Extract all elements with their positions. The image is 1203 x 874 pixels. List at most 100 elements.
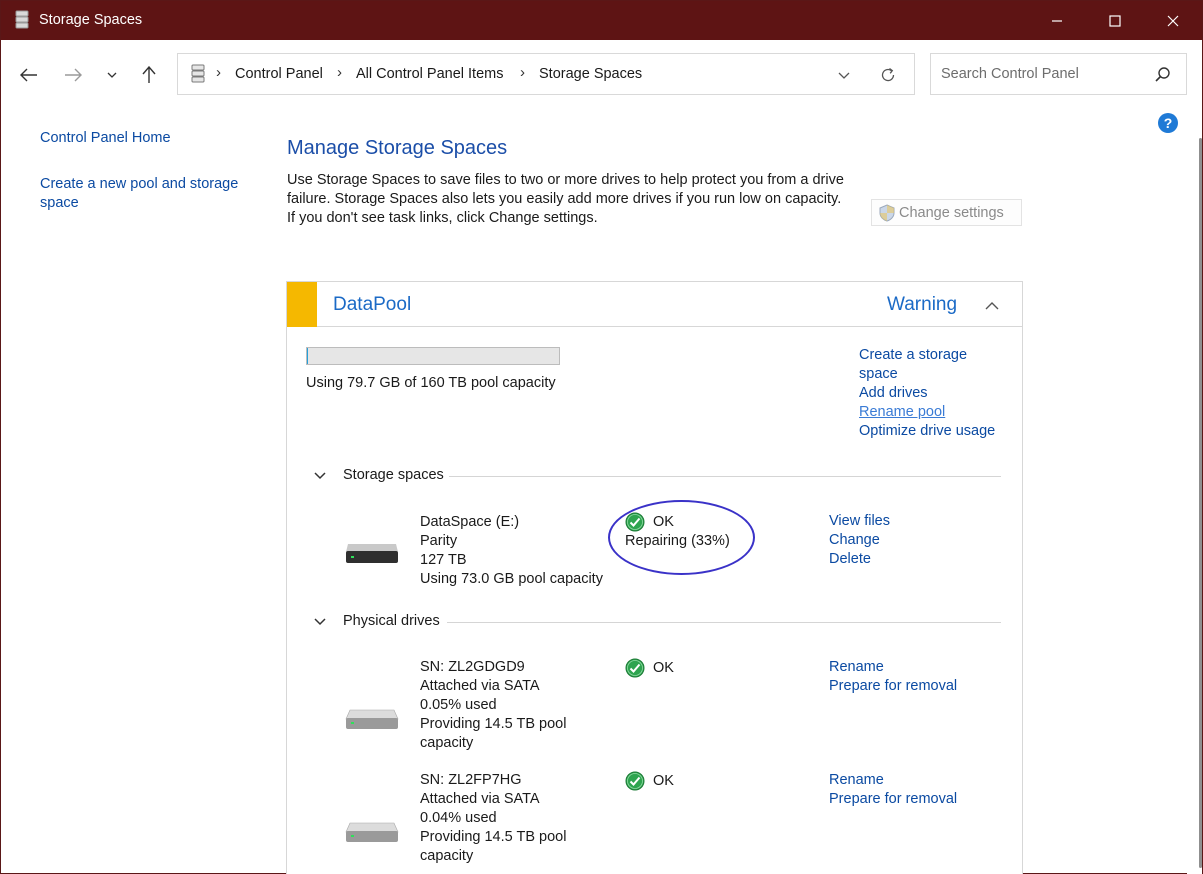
pool-header: DataPool Warning (287, 282, 1022, 327)
maximize-icon (1109, 14, 1121, 27)
address-bar[interactable]: › Control Panel › All Control Panel Item… (177, 53, 915, 95)
drive-providing: Providing 14.5 TB pool (420, 829, 567, 845)
drive-serial: SN: ZL2FP7HG (420, 772, 522, 788)
physical-drives-label: Physical drives (343, 613, 440, 629)
search-icon[interactable] (1153, 65, 1173, 85)
back-button[interactable] (16, 64, 42, 86)
refresh-icon (881, 67, 895, 82)
storage-space-type: Parity (420, 533, 458, 549)
drive-actions: Rename Prepare for removal (829, 771, 957, 809)
status-ok-text: OK (653, 772, 674, 789)
breadcrumb-control-panel[interactable]: Control Panel (235, 66, 323, 82)
close-button[interactable] (1144, 1, 1202, 40)
search-box[interactable] (930, 53, 1187, 95)
chevron-down-icon[interactable] (313, 615, 327, 629)
breadcrumb-separator: › (520, 64, 525, 81)
intro-text: Use Storage Spaces to save files to two … (287, 172, 844, 226)
physical-drive-icon (345, 709, 399, 729)
search-input[interactable] (941, 64, 1141, 84)
minimize-icon (1052, 19, 1062, 22)
vertical-scrollbar[interactable] (1187, 108, 1202, 874)
optimize-drive-usage-link[interactable]: Optimize drive usage (859, 422, 1019, 441)
warning-stripe (287, 282, 317, 327)
drive-usage: 0.05% used (420, 697, 497, 713)
chevron-down-icon (838, 72, 850, 79)
pool-capacity-text: Using 79.7 GB of 160 TB pool capacity (306, 375, 556, 391)
pool-actions: Create a storage space Add drives Rename… (859, 346, 1019, 441)
section-divider (449, 476, 1001, 477)
recent-locations-button[interactable] (101, 64, 123, 86)
drive-connection: Attached via SATA (420, 678, 540, 694)
section-divider (447, 622, 1001, 623)
prepare-for-removal-link[interactable]: Prepare for removal (829, 677, 957, 696)
ok-check-icon (625, 658, 645, 678)
physical-drive-details: SN: ZL2GDGD9 Attached via SATA 0.05% use… (420, 658, 620, 753)
view-files-link[interactable]: View files (829, 512, 890, 531)
storage-space-usage: Using 73.0 GB pool capacity (420, 571, 603, 587)
pool-capacity-bar (306, 347, 560, 365)
drive-status: OK (625, 771, 674, 791)
rename-drive-link[interactable]: Rename (829, 658, 957, 677)
pool-status: Warning (887, 294, 958, 315)
minimize-button[interactable] (1028, 1, 1086, 40)
arrow-up-icon (142, 66, 156, 83)
control-panel-home-link[interactable]: Control Panel Home (40, 129, 240, 148)
navigation-bar: › Control Panel › All Control Panel Item… (1, 40, 1202, 108)
rename-drive-link[interactable]: Rename (829, 771, 957, 790)
rename-pool-link[interactable]: Rename pool (859, 403, 1019, 422)
drive-providing-cont: capacity (420, 735, 474, 751)
change-link[interactable]: Change (829, 531, 890, 550)
forward-button[interactable] (60, 64, 86, 86)
storage-space-size: 127 TB (420, 552, 467, 568)
storage-space-drive-icon (346, 544, 398, 563)
storage-spaces-section-header: Storage spaces (307, 466, 1001, 488)
add-drives-link[interactable]: Add drives (859, 384, 1019, 403)
storage-space-name: DataSpace (E:) (420, 514, 520, 530)
title-bar: Storage Spaces (1, 1, 1202, 40)
drive-usage: 0.04% used (420, 810, 497, 826)
storage-space-details: DataSpace (E:) Parity 127 TB Using 73.0 … (420, 513, 620, 589)
page-title: Manage Storage Spaces (287, 137, 508, 159)
drive-actions: Rename Prepare for removal (829, 658, 957, 696)
create-storage-space-link[interactable]: Create a storage space (859, 346, 979, 384)
breadcrumb-separator: › (337, 64, 342, 81)
ok-check-icon (625, 771, 645, 791)
address-dropdown-button[interactable] (832, 64, 856, 86)
close-icon (1167, 15, 1179, 26)
window-title: Storage Spaces (39, 12, 143, 28)
chevron-down-icon[interactable] (313, 469, 327, 483)
arrow-right-icon (65, 68, 82, 82)
change-settings-button[interactable]: Change settings (871, 199, 1022, 226)
refresh-button[interactable] (876, 63, 900, 87)
status-ok-text: OK (653, 659, 674, 676)
annotation-ellipse (608, 500, 755, 575)
physical-drive-icon (345, 822, 399, 842)
storage-spaces-window: Storage Spaces › Control Panel › All Con… (0, 0, 1203, 874)
storage-spaces-app-icon (15, 10, 29, 29)
pool-collapse-button[interactable] (980, 294, 1004, 316)
up-button[interactable] (136, 64, 162, 86)
prepare-for-removal-link[interactable]: Prepare for removal (829, 790, 957, 809)
pool-name: DataPool (333, 294, 412, 315)
drive-serial: SN: ZL2GDGD9 (420, 659, 525, 675)
chevron-up-icon (985, 301, 999, 309)
create-pool-link[interactable]: Create a new pool and storage space (40, 175, 255, 213)
drive-providing-cont: capacity (420, 848, 474, 864)
chevron-down-icon (107, 72, 117, 78)
physical-drives-section-header: Physical drives (307, 612, 1001, 634)
physical-drive-details: SN: ZL2FP7HG Attached via SATA 0.04% use… (420, 771, 620, 866)
delete-link[interactable]: Delete (829, 550, 890, 569)
help-icon[interactable]: ? (1158, 113, 1178, 133)
uac-shield-icon (879, 203, 895, 222)
breadcrumb-all-items[interactable]: All Control Panel Items (356, 66, 503, 82)
pool-panel: DataPool Warning Using 79.7 GB of 160 TB… (286, 281, 1023, 874)
storage-spaces-icon (191, 64, 205, 83)
maximize-button[interactable] (1086, 1, 1144, 40)
arrow-left-icon (20, 68, 37, 82)
drive-providing: Providing 14.5 TB pool (420, 716, 567, 732)
breadcrumb-storage-spaces[interactable]: Storage Spaces (539, 66, 642, 82)
scrollbar-thumb[interactable] (1199, 138, 1202, 868)
storage-spaces-label: Storage spaces (343, 467, 444, 483)
breadcrumb-separator: › (216, 64, 221, 81)
drive-status: OK (625, 658, 674, 678)
